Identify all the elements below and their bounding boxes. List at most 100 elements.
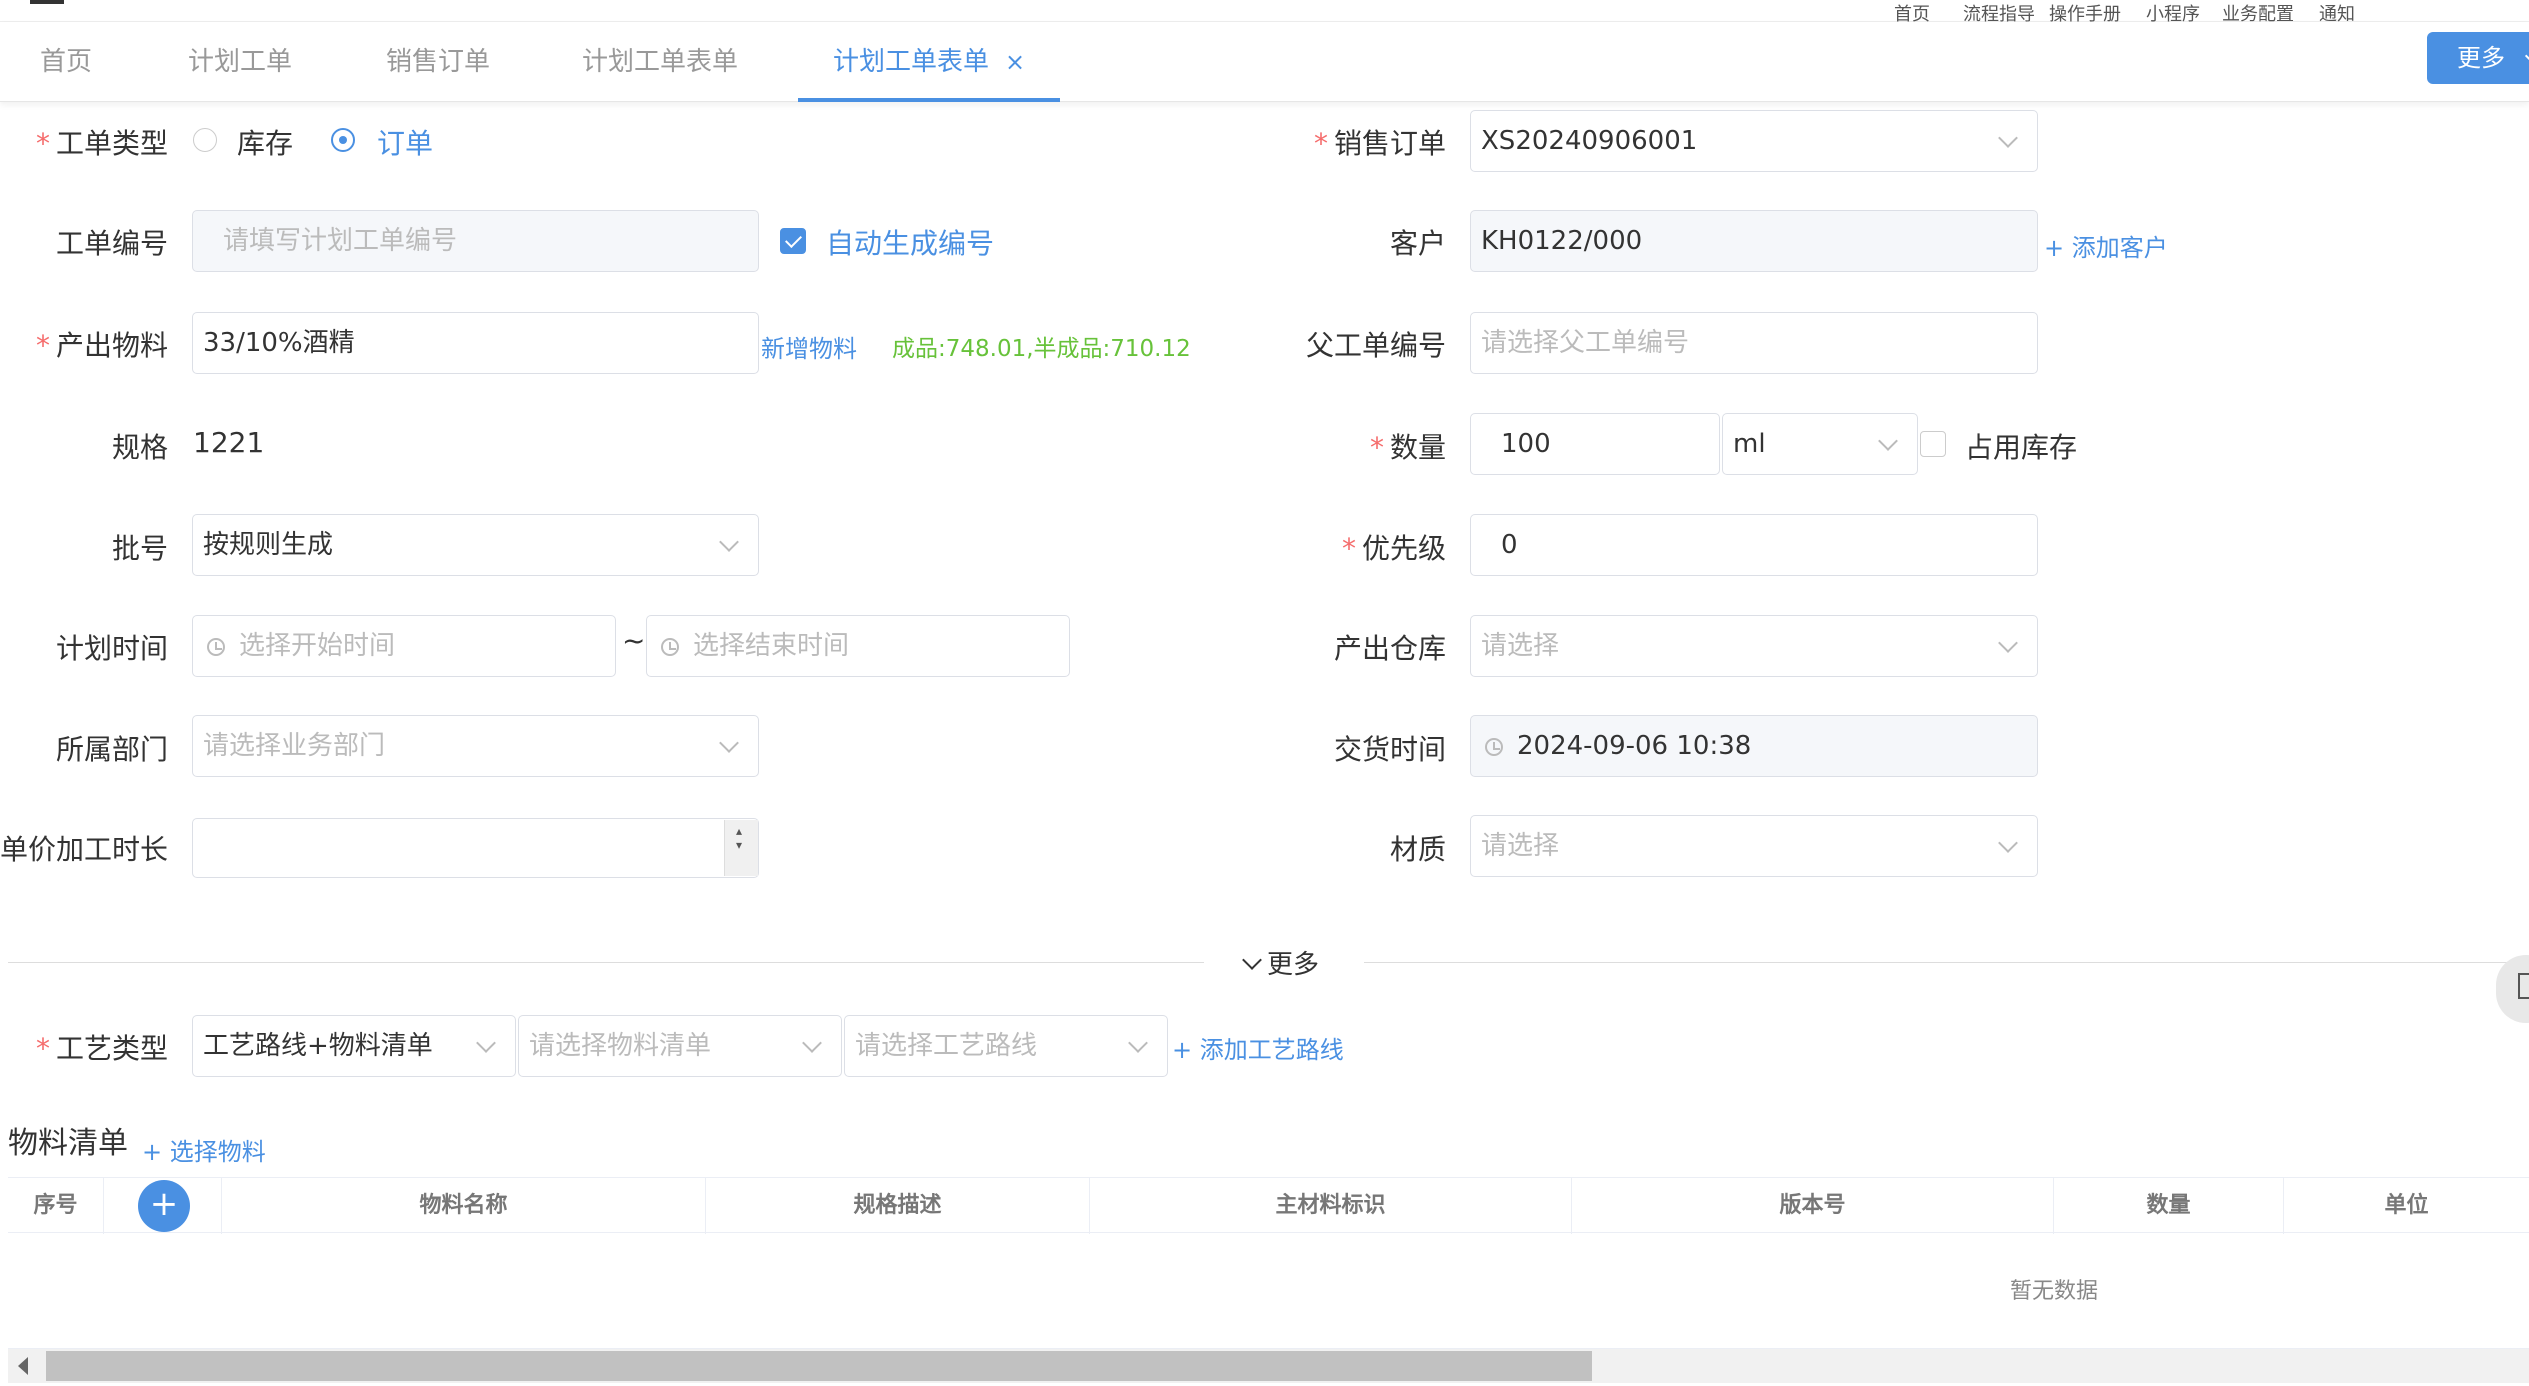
order-no-input[interactable]: 请填写计划工单编号 — [192, 210, 759, 272]
col-add: + — [104, 1178, 222, 1234]
menu-icon[interactable] — [30, 0, 64, 4]
chevron-down-icon — [1998, 128, 2018, 148]
more-button-label: 更多 — [2457, 44, 2505, 72]
parent-order-input[interactable]: 请选择父工单编号 — [1470, 312, 2038, 374]
parent-order-label: 父工单编号 — [1305, 329, 1446, 362]
col-quantity: 数量 — [2054, 1178, 2284, 1234]
chevron-down-icon — [719, 532, 739, 552]
chevron-down-icon — [2524, 48, 2529, 64]
chevron-down-icon — [1998, 833, 2018, 853]
col-material-name: 物料名称 — [222, 1178, 706, 1234]
add-route-link[interactable]: + 添加工艺路线 — [1172, 1030, 1344, 1065]
add-row-button[interactable]: + — [138, 1180, 190, 1232]
clock-icon — [207, 637, 225, 656]
chevron-down-icon — [802, 1033, 822, 1053]
auto-number-checkbox[interactable] — [780, 228, 806, 254]
warehouse-select[interactable]: 请选择 — [1470, 615, 2038, 677]
col-main-material: 主材料标识 — [1090, 1178, 1572, 1234]
radio-stock-label[interactable]: 库存 — [237, 122, 293, 162]
more-toggle[interactable]: 更多 — [1242, 944, 1319, 981]
quantity-label: * 数量 — [1369, 431, 1446, 464]
bom-title: 物料清单 — [8, 1126, 128, 1161]
bom-select[interactable]: 请选择物料清单 — [518, 1015, 842, 1077]
route-select[interactable]: 请选择工艺路线 — [844, 1015, 1168, 1077]
reserve-stock-checkbox[interactable] — [1920, 431, 1946, 457]
plus-icon: + — [1172, 1036, 1193, 1064]
bom-table-body: 暂无数据 — [8, 1233, 2529, 1349]
warehouse-label: 产出仓库 — [1333, 632, 1446, 665]
select-material-link[interactable]: + 选择物料 — [142, 1132, 266, 1167]
delivery-time-input[interactable]: 2024-09-06 10:38 — [1470, 715, 2038, 777]
sales-order-select[interactable]: XS20240906001 — [1470, 110, 2038, 172]
plan-time-separator: ~ — [622, 624, 646, 657]
chevron-down-icon — [1998, 633, 2018, 653]
material-input[interactable]: 33/10%酒精 — [192, 312, 759, 374]
stock-info: 成品:748.01,半成品:710.12 — [892, 336, 1191, 362]
tab-bar: 首页 计划工单 销售订单 计划工单表单 计划工单表单 × — [0, 22, 2529, 102]
tab-home[interactable]: 首页 — [30, 22, 102, 102]
top-bar: 首页 流程指导 操作手册 小程序 业务配置 通知 — [0, 0, 2529, 25]
customer-input[interactable]: KH0122/000 — [1470, 210, 2038, 272]
order-no-label: 工单编号 — [55, 227, 168, 260]
divider-right — [1364, 962, 2529, 963]
process-type-select[interactable]: 工艺路线+物料清单 — [192, 1015, 516, 1077]
spin-arrows-icon: ▴ ▾ — [736, 824, 743, 852]
plus-icon: + — [142, 1138, 163, 1166]
chevron-down-icon — [719, 733, 739, 753]
texture-label: 材质 — [1389, 833, 1446, 866]
bom-table-header: 序号 + 物料名称 规格描述 主材料标识 版本号 数量 单位 — [8, 1177, 2529, 1234]
scroll-left-icon[interactable] — [18, 1357, 28, 1375]
batch-select[interactable]: 按规则生成 — [192, 514, 759, 576]
texture-select[interactable]: 请选择 — [1470, 815, 2038, 877]
sales-order-label: * 销售订单 — [1313, 127, 1446, 160]
material-label: * 产出物料 — [35, 329, 168, 362]
unit-time-textarea[interactable] — [192, 818, 759, 878]
unit-select[interactable]: ml — [1722, 413, 1918, 475]
tab-sales-orders[interactable]: 销售订单 — [378, 22, 498, 102]
radio-order-label[interactable]: 订单 — [377, 122, 433, 162]
col-version: 版本号 — [1572, 1178, 2054, 1234]
clock-icon — [661, 637, 679, 656]
document-icon — [2518, 973, 2529, 999]
chevron-down-icon — [1242, 950, 1262, 970]
delivery-time-label: 交货时间 — [1333, 733, 1446, 766]
clock-icon — [1485, 737, 1503, 756]
process-type-label: * 工艺类型 — [35, 1032, 168, 1065]
customer-label: 客户 — [1389, 227, 1446, 260]
unit-time-label: 单价加工时长 — [0, 833, 169, 866]
priority-label: * 优先级 — [1341, 532, 1446, 565]
horizontal-scrollbar[interactable] — [8, 1349, 2529, 1383]
scrollbar-thumb[interactable] — [46, 1351, 1592, 1381]
divider-left — [8, 962, 1204, 963]
close-icon[interactable]: × — [1005, 48, 1025, 76]
radio-stock[interactable] — [193, 128, 217, 152]
tab-plan-order-form-active[interactable]: 计划工单表单 × — [798, 22, 1060, 102]
chevron-down-icon — [476, 1033, 496, 1053]
auto-number-label[interactable]: 自动生成编号 — [826, 222, 994, 262]
chevron-down-icon — [1128, 1033, 1148, 1053]
spec-label: 规格 — [111, 431, 168, 464]
col-index: 序号 — [8, 1178, 104, 1234]
order-type-label: * 工单类型 — [35, 127, 168, 160]
side-float-button[interactable] — [2496, 955, 2529, 1023]
add-customer-link[interactable]: + 添加客户 — [2044, 228, 2168, 263]
resize-handle[interactable]: ▴ ▾ — [724, 820, 758, 876]
radio-order[interactable] — [331, 128, 355, 152]
more-button[interactable]: 更多 — [2427, 32, 2529, 84]
department-label: 所属部门 — [55, 733, 168, 766]
plan-start-input[interactable]: 选择开始时间 — [192, 615, 616, 677]
tab-plan-orders[interactable]: 计划工单 — [180, 22, 300, 102]
batch-label: 批号 — [111, 532, 168, 565]
tab-plan-order-form[interactable]: 计划工单表单 — [576, 22, 744, 102]
plan-time-label: 计划时间 — [55, 632, 168, 665]
department-select[interactable]: 请选择业务部门 — [192, 715, 759, 777]
col-unit: 单位 — [2384, 1193, 2429, 1218]
col-spec: 规格描述 — [706, 1178, 1090, 1234]
reserve-stock-label[interactable]: 占用库存 — [1965, 426, 2077, 466]
quantity-input[interactable]: 100 — [1470, 413, 1720, 475]
add-material-link[interactable]: 新增物料 — [761, 329, 857, 364]
spec-value: 1221 — [193, 426, 265, 459]
plan-end-input[interactable]: 选择结束时间 — [646, 615, 1070, 677]
priority-input[interactable]: 0 — [1470, 514, 2038, 576]
empty-text: 暂无数据 — [2010, 1279, 2099, 1304]
